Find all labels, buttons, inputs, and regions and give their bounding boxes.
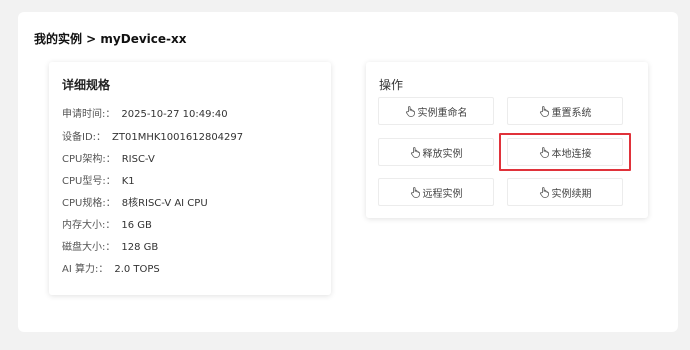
spec-row-cpu-spec: CPU规格:： 8核RISC-V AI CPU — [62, 194, 208, 209]
reset-system-button[interactable]: 重置系统 — [507, 97, 623, 125]
spec-value: K1 — [121, 176, 135, 187]
spec-label: CPU型号:： — [62, 176, 116, 187]
breadcrumb: 我的实例 > myDevice-xx — [34, 32, 187, 46]
button-label: 本地连接 — [551, 148, 592, 160]
spec-label: 申请时间:： — [62, 109, 116, 120]
rename-instance-button[interactable]: 实例重命名 — [378, 97, 494, 125]
hand-pointer-icon — [410, 146, 420, 158]
spec-value: 2025-10-27 10:49:40 — [121, 109, 228, 120]
hand-pointer-icon — [539, 146, 549, 158]
spec-label: CPU规格:： — [62, 198, 116, 209]
spec-value: 2.0 TOPS — [114, 264, 160, 275]
hand-pointer-icon — [405, 105, 415, 117]
spec-value: 8核RISC-V AI CPU — [121, 198, 208, 209]
hand-pointer-icon — [410, 186, 420, 198]
spec-value: 128 GB — [121, 242, 159, 253]
spec-row-cpu-arch: CPU架构:： RISC-V — [62, 150, 155, 165]
button-label: 释放实例 — [422, 148, 463, 160]
button-label: 实例重命名 — [417, 107, 468, 119]
hand-pointer-icon — [539, 105, 549, 117]
spec-label: 磁盘大小:： — [62, 242, 116, 253]
spec-value: RISC-V — [121, 154, 155, 165]
spec-row-cpu-model: CPU型号:： K1 — [62, 172, 135, 187]
renew-instance-button[interactable]: 实例续期 — [507, 178, 623, 206]
spec-row-disk: 磁盘大小:： 128 GB — [62, 238, 158, 253]
spec-row-apply-time: 申请时间:： 2025-10-27 10:49:40 — [62, 105, 228, 120]
button-label: 实例续期 — [551, 188, 592, 200]
hand-pointer-icon — [539, 186, 549, 198]
button-label: 重置系统 — [551, 107, 592, 119]
local-connect-button[interactable]: 本地连接 — [507, 138, 623, 166]
spec-value: 16 GB — [121, 220, 152, 231]
operations-title: 操作 — [379, 78, 404, 92]
spec-label: AI 算力:： — [62, 264, 109, 275]
spec-card: 详细规格 申请时间:： 2025-10-27 10:49:40 设备ID:： ZT0… — [49, 62, 331, 295]
release-instance-button[interactable]: 释放实例 — [378, 138, 494, 166]
spec-title: 详细规格 — [62, 78, 111, 92]
operations-card: 操作 实例重命名 重置系统 释放实例 本地连接 远程实例 实例续期 — [366, 62, 648, 218]
spec-label: 内存大小:： — [62, 220, 116, 231]
spec-row-memory: 内存大小:： 16 GB — [62, 216, 152, 231]
spec-value: ZT01MHK1001612804297 — [112, 132, 244, 143]
button-label: 远程实例 — [422, 188, 463, 200]
spec-label: CPU架构:： — [62, 154, 116, 165]
remote-instance-button[interactable]: 远程实例 — [378, 178, 494, 206]
spec-row-ai-power: AI 算力:： 2.0 TOPS — [62, 260, 160, 275]
spec-row-device-id: 设备ID:： ZT01MHK1001612804297 — [62, 128, 243, 143]
spec-label: 设备ID:： — [62, 132, 107, 143]
